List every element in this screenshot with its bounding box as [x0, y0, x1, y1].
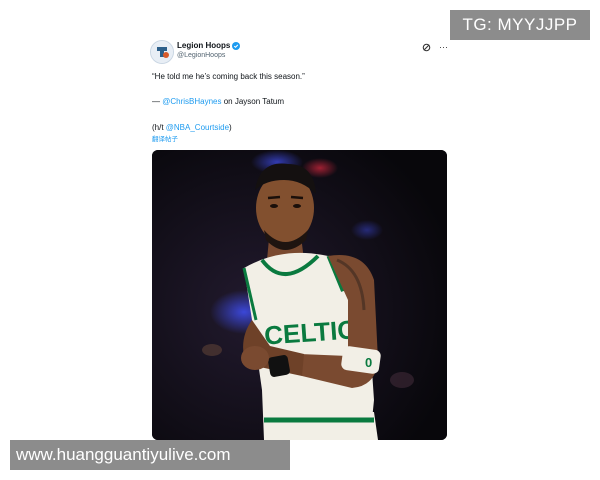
tweet-hat-tip-line: (h/t @NBA_Courtside) [152, 122, 232, 133]
wristband [268, 355, 290, 377]
author-display-name[interactable]: Legion Hoops [177, 40, 230, 51]
site-url-watermark: www.huangguantiyulive.com [10, 440, 290, 470]
ht-prefix: (h/t [152, 123, 166, 132]
mention-link-nba-courtside[interactable]: @NBA_Courtside [166, 123, 229, 132]
mention-link-chrisbhaynes[interactable]: @ChrisBHaynes [162, 97, 221, 106]
avatar[interactable] [150, 40, 174, 64]
credit-prefix: — [152, 97, 163, 106]
tweet-media-image[interactable]: CELTICS 0 [152, 150, 447, 440]
tweet-quote: “He told me he’s coming back this season… [152, 72, 305, 81]
player-photo: CELTICS 0 [152, 150, 447, 440]
tg-watermark: TG: MYYJJPP [450, 10, 590, 40]
more-options-icon[interactable]: ··· [439, 42, 448, 52]
ht-suffix: ) [229, 123, 232, 132]
author-handle[interactable]: @LegionHoops [177, 51, 240, 61]
grok-icon[interactable] [422, 43, 431, 52]
author-block[interactable]: Legion Hoops @LegionHoops [177, 40, 241, 61]
verified-badge-icon [232, 41, 241, 50]
armband-number: 0 [365, 355, 372, 370]
credit-suffix: on Jayson Tatum [221, 97, 285, 106]
tweet-credit-line: — @ChrisBHaynes on Jayson Tatum [152, 96, 284, 107]
translate-post-link[interactable]: 翻译帖子 [152, 135, 178, 144]
legion-hoops-logo-icon [151, 41, 173, 63]
